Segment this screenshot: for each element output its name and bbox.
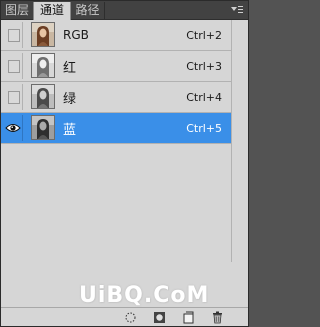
delete-channel-icon[interactable]	[211, 311, 224, 324]
panel-menu-icon[interactable]	[230, 4, 244, 16]
visibility-toggle[interactable]	[3, 84, 23, 110]
channel-name: RGB	[63, 28, 89, 42]
channel-list-scrollbar[interactable]	[231, 20, 248, 262]
watermark-text: UiBQ.CoM	[79, 283, 210, 308]
panel-bottom-toolbar	[1, 307, 248, 326]
tab-paths[interactable]: 路径	[71, 2, 105, 19]
visibility-toggle[interactable]	[3, 53, 23, 79]
channel-row-rgb[interactable]: RGB Ctrl+2	[1, 20, 231, 51]
channels-panel: 图层 通道 路径 RGB Ctrl+2 红 Ctrl+3 绿 Ctrl+4 蓝 …	[0, 0, 249, 327]
visibility-off-box	[8, 29, 20, 42]
channel-list: RGB Ctrl+2 红 Ctrl+3 绿 Ctrl+4 蓝 Ctrl+5	[1, 20, 231, 262]
channel-thumbnail-green	[31, 84, 55, 109]
channel-shortcut: Ctrl+5	[186, 122, 222, 135]
channel-thumbnail-rgb	[31, 22, 55, 47]
channel-name: 蓝	[63, 123, 77, 138]
tab-channels[interactable]: 通道	[33, 2, 71, 20]
visibility-off-box	[8, 60, 20, 73]
visibility-toggle[interactable]	[3, 115, 23, 141]
channel-thumbnail-red	[31, 53, 55, 78]
eye-icon	[5, 124, 21, 132]
channel-name: 红	[63, 61, 77, 76]
channel-shortcut: Ctrl+3	[186, 60, 222, 73]
channel-shortcut: Ctrl+4	[186, 91, 222, 104]
channel-row-blue[interactable]: 蓝 Ctrl+5	[1, 113, 231, 144]
tab-layers[interactable]: 图层	[1, 2, 34, 19]
channel-row-green[interactable]: 绿 Ctrl+4	[1, 82, 231, 113]
visibility-off-box	[8, 91, 20, 104]
channel-thumbnail-blue	[31, 115, 55, 140]
channel-shortcut: Ctrl+2	[186, 29, 222, 42]
visibility-toggle[interactable]	[3, 22, 23, 48]
panel-tab-bar: 图层 通道 路径	[1, 1, 248, 20]
channel-row-red[interactable]: 红 Ctrl+3	[1, 51, 231, 82]
channel-name: 绿	[63, 92, 77, 107]
load-channel-selection-icon[interactable]	[124, 311, 137, 324]
new-channel-icon[interactable]	[182, 311, 195, 324]
save-selection-as-channel-icon[interactable]	[153, 311, 166, 324]
